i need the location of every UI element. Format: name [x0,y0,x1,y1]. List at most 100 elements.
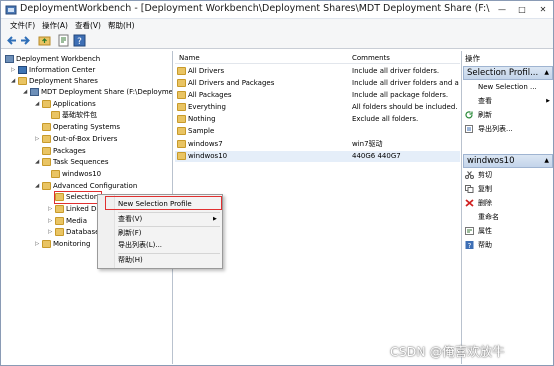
expand-icon[interactable]: ▷ [35,239,42,250]
folder-icon [42,123,51,131]
action-help[interactable]: ? 帮助 [464,240,552,251]
folder-icon [55,193,64,201]
profile-icon [177,91,186,99]
book-icon [18,66,27,74]
folder-icon [42,135,51,143]
action-delete[interactable]: 删除 [464,198,552,209]
collapse-icon[interactable]: ◢ [35,181,42,192]
workbench-app-icon [5,5,17,15]
tree-item-advanced-configuration[interactable]: ◢ Advanced Configuration [35,181,137,192]
collapse-icon[interactable]: ◢ [35,99,42,110]
context-export-list[interactable]: 导出列表(L)... [118,240,162,251]
tree-root[interactable]: Deployment Workbench [5,54,100,65]
help-icon[interactable]: ? [73,34,86,47]
folder-icon [42,240,51,248]
actions-header: 操作 [465,54,480,63]
forward-arrow-icon[interactable] [19,34,32,47]
context-help[interactable]: 帮助(H) [118,255,143,266]
action-export-list[interactable]: 导出列表... [464,124,552,135]
profile-icon [177,115,186,123]
tree-item-linked-deployment[interactable]: ▷ Linked De [48,204,101,215]
copy-icon [465,185,474,193]
list-header: Name Comments [175,53,460,64]
list-row[interactable]: Everything All folders should be include… [175,102,460,113]
minimize-button[interactable]: — [493,4,511,16]
tree-item-media[interactable]: ▷ Media [48,216,87,227]
menu-file[interactable]: 文件(F) [10,20,35,31]
list-row[interactable]: Nothing Exclude all folders. [175,114,460,125]
expand-icon[interactable]: ▷ [48,204,55,215]
menu-action[interactable]: 操作(A) [42,20,68,31]
collapse-icon[interactable]: ◢ [23,87,30,98]
back-arrow-icon[interactable] [5,34,18,47]
properties-icon[interactable] [57,34,70,47]
expand-icon[interactable]: ▷ [35,134,42,145]
list-row[interactable]: windwos10 440G6 440G7 [175,151,460,162]
folder-icon [42,182,51,190]
context-refresh[interactable]: 刷新(F) [118,228,142,239]
collapse-icon[interactable]: ◢ [35,157,42,168]
action-properties[interactable]: 属性 [464,226,552,237]
up-folder-icon[interactable] [38,34,51,47]
watermark: CSDN @俺喜欢放牛 [390,344,505,359]
folder-icon [42,158,51,166]
tree-item-selection[interactable]: Selection [54,191,102,204]
folder-icon [55,205,64,213]
tree-item-mdt-share[interactable]: ◢ MDT Deployment Share (F:\Deployme [23,87,172,98]
collapse-arrow-icon[interactable]: ▲ [544,67,549,79]
expand-icon[interactable]: ▷ [48,227,55,238]
action-copy[interactable]: 复制 [464,184,552,195]
tree-item-drivers[interactable]: ▷ Out-of-Box Drivers [35,134,117,145]
profile-icon [177,152,186,160]
collapse-icon[interactable]: ◢ [11,76,18,87]
profile-icon [177,67,186,75]
tree-item-task-sequences[interactable]: ◢ Task Sequences [35,157,109,168]
tree-item-basic-packages[interactable]: 基础软件包 [51,110,97,121]
action-rename[interactable]: 重命名 [464,212,552,223]
menu-view[interactable]: 查看(V) [75,20,101,31]
window-title: DeploymentWorkbench - [Deployment Workbe… [20,3,490,14]
folder-icon [51,170,60,178]
context-view[interactable]: 查看(V) ▶ [118,214,218,225]
list-row[interactable]: windows7 win7驱动 [175,139,460,150]
list-row[interactable]: All Packages Include all package folders… [175,90,460,101]
action-new-selection-profile[interactable]: New Selection ... [464,82,552,93]
folder-icon [18,77,27,85]
action-view[interactable]: 查看 ▶ [464,96,552,107]
actions-group-selection-profiles[interactable]: Selection Profil... ▲ [463,66,553,80]
action-refresh[interactable]: 刷新 [464,110,552,121]
svg-text:?: ? [77,37,82,47]
expand-icon[interactable]: ▷ [48,216,55,227]
tree-item-deployment-shares[interactable]: ◢ Deployment Shares [11,76,98,87]
svg-text:?: ? [468,242,472,249]
actions-pane: 操作 Selection Profil... ▲ New Selection ..… [461,51,553,364]
expand-icon[interactable]: ▷ [11,65,18,76]
maximize-button[interactable]: □ [513,4,531,16]
folder-icon [55,217,64,225]
tree-item-operating-systems[interactable]: Operating Systems [42,122,120,133]
list-row[interactable]: All Drivers and Packages Include all dri… [175,78,460,89]
list-row[interactable]: Sample [175,126,460,137]
export-icon [465,125,473,133]
collapse-arrow-icon[interactable]: ▲ [544,155,549,167]
menu-help[interactable]: 帮助(H) [108,20,135,31]
tree-item-information-center[interactable]: ▷ Information Center [11,65,95,76]
properties-icon [465,227,474,235]
tree-item-packages[interactable]: Packages [42,146,86,157]
action-cut[interactable]: 剪切 [464,170,552,181]
tree-item-monitoring[interactable]: ▷ Monitoring [35,239,90,250]
tree-item-windwos10[interactable]: windwos10 [51,169,101,180]
column-header-comments[interactable]: Comments [352,54,390,62]
tree-item-database[interactable]: ▷ Database [48,227,99,238]
profile-icon [177,140,186,148]
profile-icon [177,103,186,111]
actions-group-windwos10[interactable]: windwos10 ▲ [463,154,553,168]
scissors-icon [465,171,474,179]
app-window: DeploymentWorkbench - [Deployment Workbe… [0,0,554,366]
folder-icon [42,147,51,155]
close-button[interactable]: ✕ [534,4,552,16]
submenu-arrow-icon: ▶ [213,216,217,222]
list-row[interactable]: All Drivers Include all driver folders. [175,66,460,77]
column-header-name[interactable]: Name [179,54,200,62]
tree-item-applications[interactable]: ◢ Applications [35,99,96,110]
